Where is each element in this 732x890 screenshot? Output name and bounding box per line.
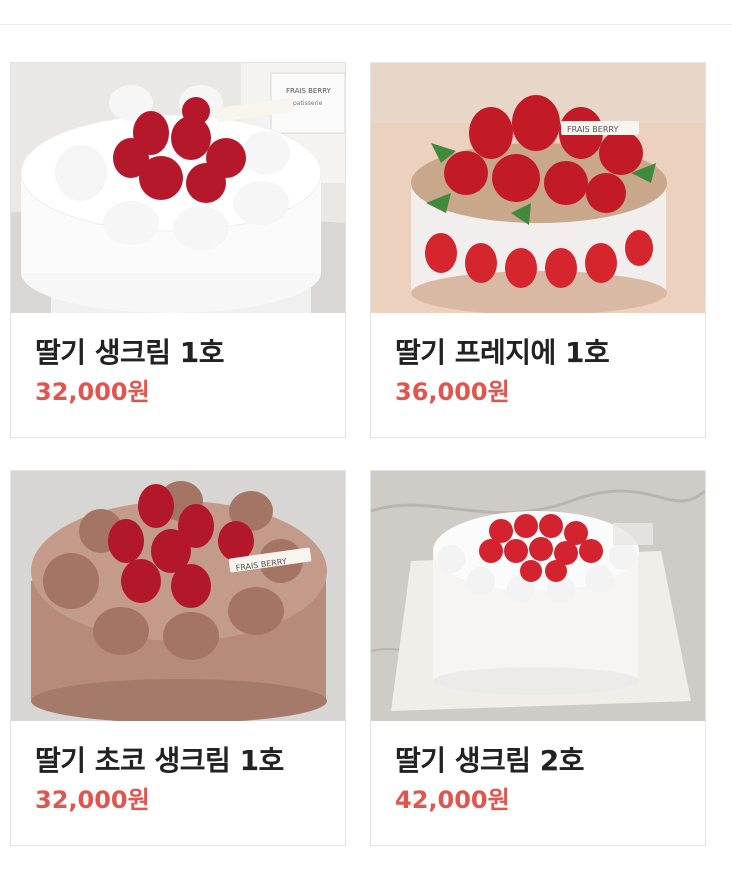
tag-text: FRAIS BERRY xyxy=(567,125,618,134)
product-photo xyxy=(371,471,705,721)
product-photo: FRAIS BERRY xyxy=(371,63,705,313)
header-divider xyxy=(0,0,732,25)
product-photo: FRAIS BERRY patisserie xyxy=(11,63,345,313)
product-title: 딸기 생크림 1호 xyxy=(35,336,225,369)
product-grid: FRAIS BERRY patisserie 딸기 생크림 1호 32,000원… xyxy=(10,62,706,846)
product-card[interactable]: FRAIS BERRY 딸기 프레지에 1호 36,000원 xyxy=(370,62,706,438)
tag-text: FRAIS BERRY xyxy=(286,87,332,95)
product-price: 32,000원 xyxy=(35,378,150,406)
product-card[interactable]: FRAIS BERRY 딸기 초코 생크림 1호 32,000원 xyxy=(10,470,346,846)
product-card[interactable]: FRAIS BERRY patisserie 딸기 생크림 1호 32,000원 xyxy=(10,62,346,438)
product-price: 36,000원 xyxy=(395,378,510,406)
product-title: 딸기 초코 생크림 1호 xyxy=(35,744,284,777)
product-card[interactable]: 딸기 생크림 2호 42,000원 xyxy=(370,470,706,846)
product-title: 딸기 프레지에 1호 xyxy=(395,336,610,369)
product-photo: FRAIS BERRY xyxy=(11,471,345,721)
product-price: 42,000원 xyxy=(395,786,510,814)
tag-sub-text: patisserie xyxy=(293,100,323,107)
product-price: 32,000원 xyxy=(35,786,150,814)
product-title: 딸기 생크림 2호 xyxy=(395,744,585,777)
